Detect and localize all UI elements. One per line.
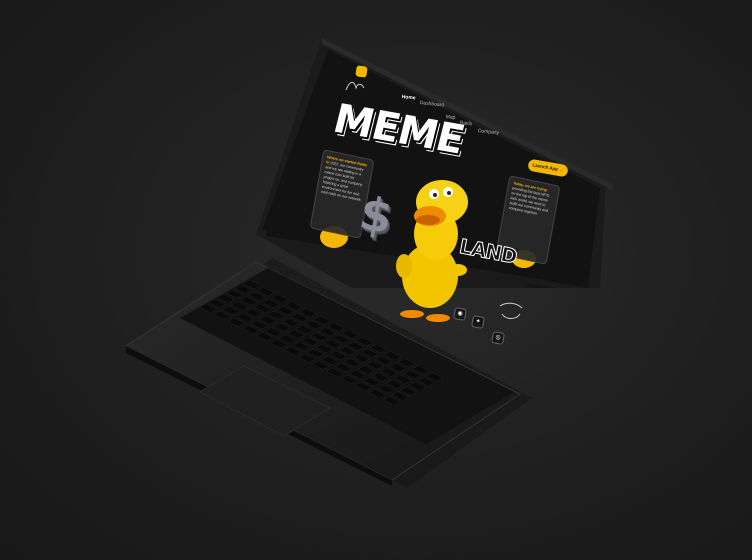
discord-icon[interactable]: ◉ (453, 307, 467, 321)
tablet-device: Home Dashboard Map Raids Company Launch … (256, 38, 616, 345)
nav-home[interactable]: Home (401, 94, 415, 101)
laptop-mockup-scene: Home Dashboard Map Raids Company Launch … (0, 0, 752, 560)
logo-icon[interactable] (355, 65, 368, 78)
doodle-face-icon (499, 302, 523, 319)
left-card-body: 2022, our community and we are raiding i… (320, 160, 364, 203)
doodle-icon (345, 81, 365, 91)
twitter-icon[interactable]: ✦ (471, 315, 485, 329)
instagram-icon[interactable]: ◎ (491, 331, 505, 345)
